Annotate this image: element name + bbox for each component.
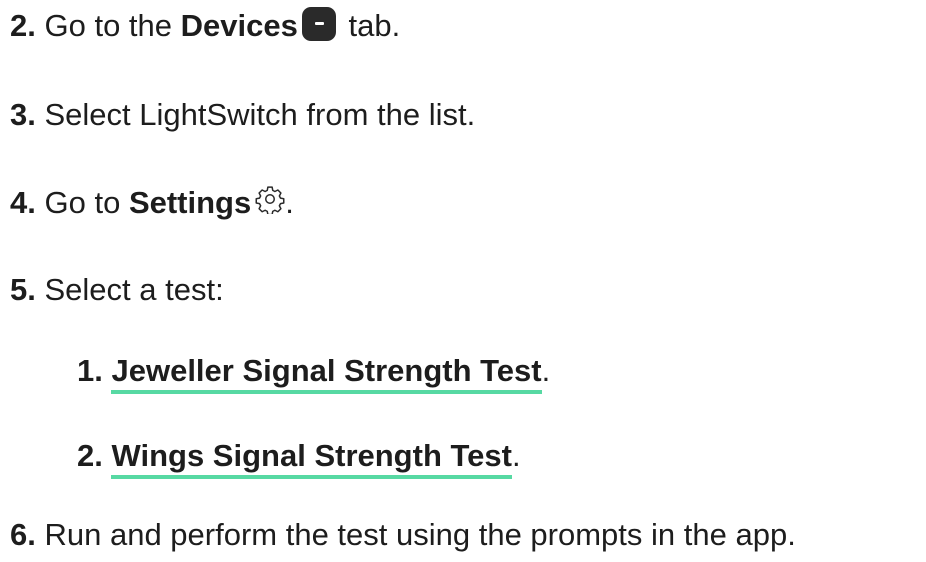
step-text-end: tab. [348, 8, 401, 43]
step-4: 4. Go to Settings . [10, 183, 294, 223]
step-number: 6. [10, 517, 36, 552]
step-text: Run and perform the test using the promp… [44, 517, 796, 552]
devices-tab-icon [301, 6, 336, 41]
devices-label: Devices [180, 8, 298, 43]
subtest-1: 1. Jeweller Signal Strength Test. [77, 351, 551, 394]
subtest-period: . [511, 438, 521, 473]
step-6: 6. Run and perform the test using the pr… [10, 515, 796, 555]
step-text-end: . [285, 185, 294, 220]
step-number: 3. [10, 97, 36, 132]
step-number: 5. [10, 272, 36, 307]
step-number: 4. [10, 185, 36, 220]
settings-label: Settings [128, 185, 252, 220]
subtest-number: 2. [77, 438, 103, 473]
step-number: 2. [10, 8, 36, 43]
gear-icon [255, 186, 285, 214]
step-3: 3. Select LightSwitch from the list. [10, 95, 475, 135]
subtest-number: 1. [77, 353, 103, 388]
step-text: Go to [44, 185, 121, 220]
wings-test-link[interactable]: Wings Signal Strength Test [111, 438, 512, 479]
jeweller-test-link[interactable]: Jeweller Signal Strength Test [111, 353, 542, 394]
step-text: Select LightSwitch from the list. [44, 97, 476, 132]
step-text: Select a test: [44, 272, 224, 307]
subtest-2: 2. Wings Signal Strength Test. [77, 436, 521, 479]
step-5: 5. Select a test: [10, 270, 224, 310]
subtest-period: . [541, 353, 551, 388]
step-2: 2. Go to the Devices tab. [10, 6, 400, 46]
step-text: Go to the [44, 8, 173, 43]
